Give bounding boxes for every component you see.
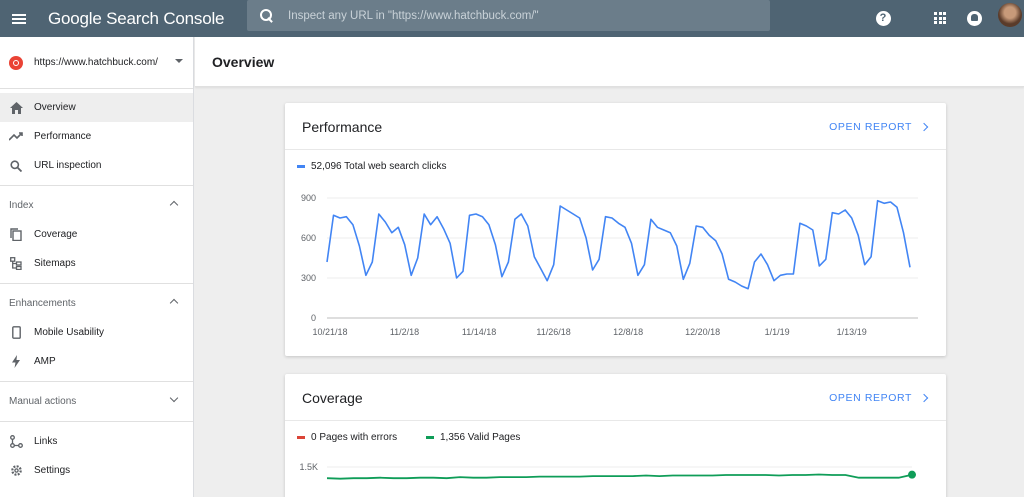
- chevron-up-icon[interactable]: [169, 298, 179, 308]
- x-tick-label: 12/20/18: [685, 327, 720, 337]
- copy-icon: [9, 228, 23, 242]
- sidebar-item-label: Overview: [34, 102, 76, 113]
- valid-pages-series-line: [326, 473, 913, 480]
- search-input[interactable]: [288, 9, 728, 22]
- apps-icon[interactable]: [930, 8, 950, 28]
- y-tick-label: 300: [301, 273, 316, 283]
- x-tick-label: 1/1/19: [765, 327, 790, 337]
- sidebar-item-label: Performance: [34, 131, 92, 142]
- coverage-card: Coverage OPEN REPORT 0 Pages with errors…: [285, 374, 946, 497]
- y-tick-label: 1.5K: [299, 462, 318, 472]
- caret-down-icon[interactable]: [175, 59, 183, 63]
- search-icon: [9, 159, 23, 173]
- sidebar: https://www.hatchbuck.com/ Overview Perf…: [0, 37, 194, 497]
- divider: [0, 283, 193, 284]
- sidebar-item-amp[interactable]: AMP: [0, 347, 193, 376]
- app-title[interactable]: Google Search Console: [48, 9, 225, 29]
- chevron-up-icon[interactable]: [169, 200, 179, 210]
- sidebar-item-sitemaps[interactable]: Sitemaps: [0, 249, 193, 278]
- chevron-down-icon[interactable]: [169, 393, 179, 403]
- sidebar-item-label: Settings: [34, 465, 71, 476]
- help-glyph: ?: [875, 10, 891, 26]
- x-tick-label: 11/26/18: [536, 327, 570, 337]
- property-icon: [9, 55, 23, 70]
- x-tick-label: 10/21/18: [312, 327, 347, 337]
- bolt-icon: [9, 355, 23, 369]
- section-manual-actions[interactable]: Manual actions: [0, 387, 193, 416]
- sidebar-item-label: Sitemaps: [34, 258, 76, 269]
- sidebar-item-settings[interactable]: Settings: [0, 456, 193, 485]
- avatar[interactable]: [998, 3, 1022, 27]
- divider: [0, 381, 193, 382]
- section-label: Enhancements: [9, 298, 76, 309]
- performance-chart: 900 600 300 0 10/21/18 11/2/18 11/14/18 11/26/1…: [301, 193, 918, 337]
- top-bar: Google Search Console ?: [0, 0, 1024, 37]
- x-tick-label: 1/13/19: [837, 327, 867, 337]
- sidebar-item-mobile-usability[interactable]: Mobile Usability: [0, 318, 193, 347]
- sidebar-item-overview[interactable]: Overview: [0, 93, 193, 122]
- sidebar-item-label: AMP: [34, 356, 56, 367]
- sidebar-item-label: Coverage: [34, 229, 78, 240]
- sidebar-item-label: URL inspection: [34, 160, 102, 171]
- clicks-series-line: [326, 199, 911, 290]
- sidebar-item-links[interactable]: Links: [0, 427, 193, 456]
- property-selector[interactable]: https://www.hatchbuck.com/: [0, 37, 193, 89]
- page-header: Overview: [195, 37, 1024, 87]
- valid-pages-endpoint: [908, 470, 916, 479]
- x-tick-label: 11/14/18: [462, 327, 496, 337]
- sidebar-item-coverage[interactable]: Coverage: [0, 220, 193, 249]
- search-icon[interactable]: [260, 8, 274, 23]
- page-title: Overview: [212, 54, 275, 70]
- trending-up-icon: [9, 130, 23, 144]
- sitemap-icon: [9, 257, 23, 271]
- sidebar-item-url-inspection[interactable]: URL inspection: [0, 151, 193, 180]
- performance-card: Performance OPEN REPORT 52,096 Total web…: [285, 103, 946, 356]
- links-icon: [9, 435, 23, 449]
- property-label: https://www.hatchbuck.com/: [34, 57, 158, 68]
- notifications-icon[interactable]: [964, 8, 984, 28]
- url-inspect-search[interactable]: [247, 0, 770, 31]
- x-tick-label: 12/8/18: [613, 327, 643, 337]
- gear-icon: [9, 464, 23, 478]
- sidebar-item-performance[interactable]: Performance: [0, 122, 193, 151]
- sidebar-item-label: Mobile Usability: [34, 327, 105, 338]
- coverage-chart: 1.5K: [299, 462, 916, 480]
- section-label: Manual actions: [9, 396, 77, 407]
- sidebar-item-label: Links: [34, 436, 58, 447]
- help-icon[interactable]: ?: [873, 8, 893, 28]
- y-tick-label: 0: [311, 313, 316, 323]
- y-tick-label: 600: [301, 233, 316, 243]
- menu-icon[interactable]: [0, 0, 37, 37]
- phone-icon: [9, 326, 23, 340]
- home-icon: [9, 101, 23, 115]
- section-enhancements[interactable]: Enhancements: [0, 289, 193, 318]
- section-index[interactable]: Index: [0, 191, 193, 220]
- y-tick-label: 900: [301, 193, 316, 203]
- divider: [0, 421, 193, 422]
- x-tick-label: 11/2/18: [390, 327, 419, 337]
- section-label: Index: [9, 200, 34, 211]
- divider: [0, 185, 193, 186]
